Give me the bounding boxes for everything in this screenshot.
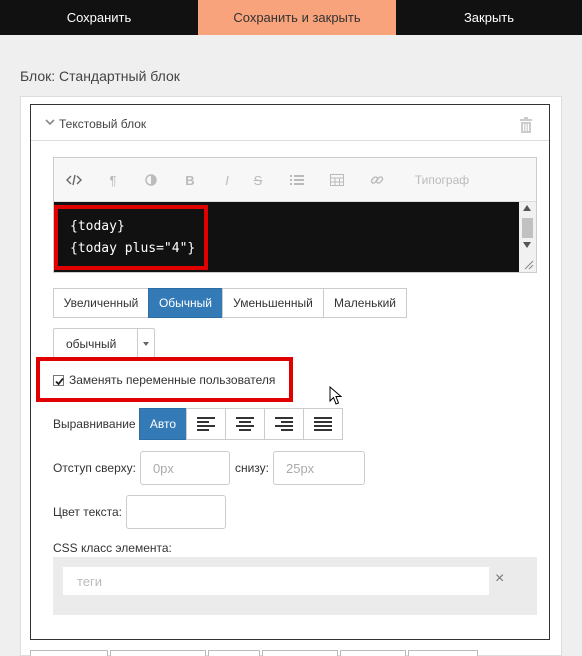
resize-handle-icon[interactable] bbox=[524, 260, 534, 270]
link-icon[interactable] bbox=[370, 171, 384, 189]
alignment-row: Выравнивание Авто bbox=[53, 408, 343, 440]
align-right-icon[interactable] bbox=[264, 408, 304, 440]
text-block-title: Текстовый блок bbox=[59, 117, 147, 131]
align-center-icon[interactable] bbox=[225, 408, 265, 440]
editor-toolbar: ¶ B I S Типограф bbox=[54, 158, 536, 202]
chevron-down-icon[interactable] bbox=[45, 117, 55, 127]
strikethrough-icon[interactable]: S bbox=[252, 171, 264, 189]
bottom-tab[interactable] bbox=[262, 650, 338, 656]
indent-bottom-label: снизу: bbox=[234, 461, 269, 475]
bottom-tab[interactable] bbox=[408, 650, 478, 656]
list-icon[interactable] bbox=[290, 171, 304, 189]
caret-down-icon[interactable] bbox=[143, 342, 149, 346]
typograph-button[interactable]: Типограф bbox=[412, 171, 472, 189]
align-auto-button[interactable]: Авто bbox=[139, 408, 187, 440]
align-left-icon[interactable] bbox=[186, 408, 226, 440]
scroll-down-icon[interactable] bbox=[523, 242, 531, 248]
top-action-bar: Сохранить Сохранить и закрыть Закрыть bbox=[0, 0, 582, 35]
bottom-tab[interactable] bbox=[340, 650, 406, 656]
alignment-label: Выравнивание bbox=[53, 417, 136, 431]
bottom-toolbar-edge bbox=[30, 650, 480, 656]
italic-icon[interactable]: I bbox=[222, 171, 232, 189]
scroll-up-icon[interactable] bbox=[523, 205, 531, 211]
code-highlight-box bbox=[54, 205, 208, 270]
bottom-tab[interactable] bbox=[30, 650, 108, 656]
css-class-label: CSS класс элемента: bbox=[53, 541, 172, 555]
text-color-input[interactable] bbox=[126, 495, 227, 529]
close-button[interactable]: Закрыть bbox=[396, 0, 582, 35]
bold-icon[interactable]: B bbox=[184, 171, 196, 189]
bottom-tab[interactable] bbox=[208, 650, 260, 656]
font-size-group: Увеличенный Обычный Уменьшенный Маленьки… bbox=[53, 288, 407, 318]
size-option-active[interactable]: Обычный bbox=[148, 288, 223, 318]
contrast-icon[interactable] bbox=[144, 171, 158, 189]
css-class-tags-box: × bbox=[53, 557, 537, 615]
save-and-close-button[interactable]: Сохранить и закрыть bbox=[198, 0, 396, 35]
style-select-value: обычный bbox=[66, 337, 117, 351]
style-select[interactable]: обычный bbox=[53, 328, 155, 358]
select-divider bbox=[137, 329, 138, 357]
size-option[interactable]: Уменьшенный bbox=[222, 288, 324, 318]
scrollbar-thumb[interactable] bbox=[522, 218, 533, 238]
size-option[interactable]: Маленький bbox=[323, 288, 407, 318]
clear-tags-icon[interactable]: × bbox=[495, 570, 504, 588]
checkbox-highlight-box bbox=[36, 357, 293, 402]
css-class-tags-input[interactable] bbox=[63, 567, 489, 595]
table-icon[interactable] bbox=[330, 171, 344, 189]
paragraph-icon[interactable]: ¶ bbox=[106, 171, 120, 189]
indent-row: Отступ сверху: снизу: bbox=[53, 451, 365, 485]
bottom-tab[interactable] bbox=[110, 650, 206, 656]
text-block-header[interactable]: Текстовый блок bbox=[31, 105, 549, 141]
save-button[interactable]: Сохранить bbox=[0, 0, 198, 35]
align-justify-icon[interactable] bbox=[303, 408, 343, 440]
text-color-label: Цвет текста: bbox=[53, 505, 123, 519]
indent-bottom-input[interactable] bbox=[272, 451, 365, 485]
text-color-row: Цвет текста: bbox=[53, 495, 227, 529]
indent-top-input[interactable] bbox=[139, 451, 230, 485]
block-title: Блок: Стандартный блок bbox=[20, 68, 180, 84]
mouse-cursor-icon bbox=[329, 386, 343, 405]
size-option[interactable]: Увеличенный bbox=[53, 288, 149, 318]
code-view-icon[interactable] bbox=[66, 171, 82, 189]
indent-top-label: Отступ сверху: bbox=[53, 461, 136, 475]
trash-icon[interactable] bbox=[519, 117, 533, 133]
